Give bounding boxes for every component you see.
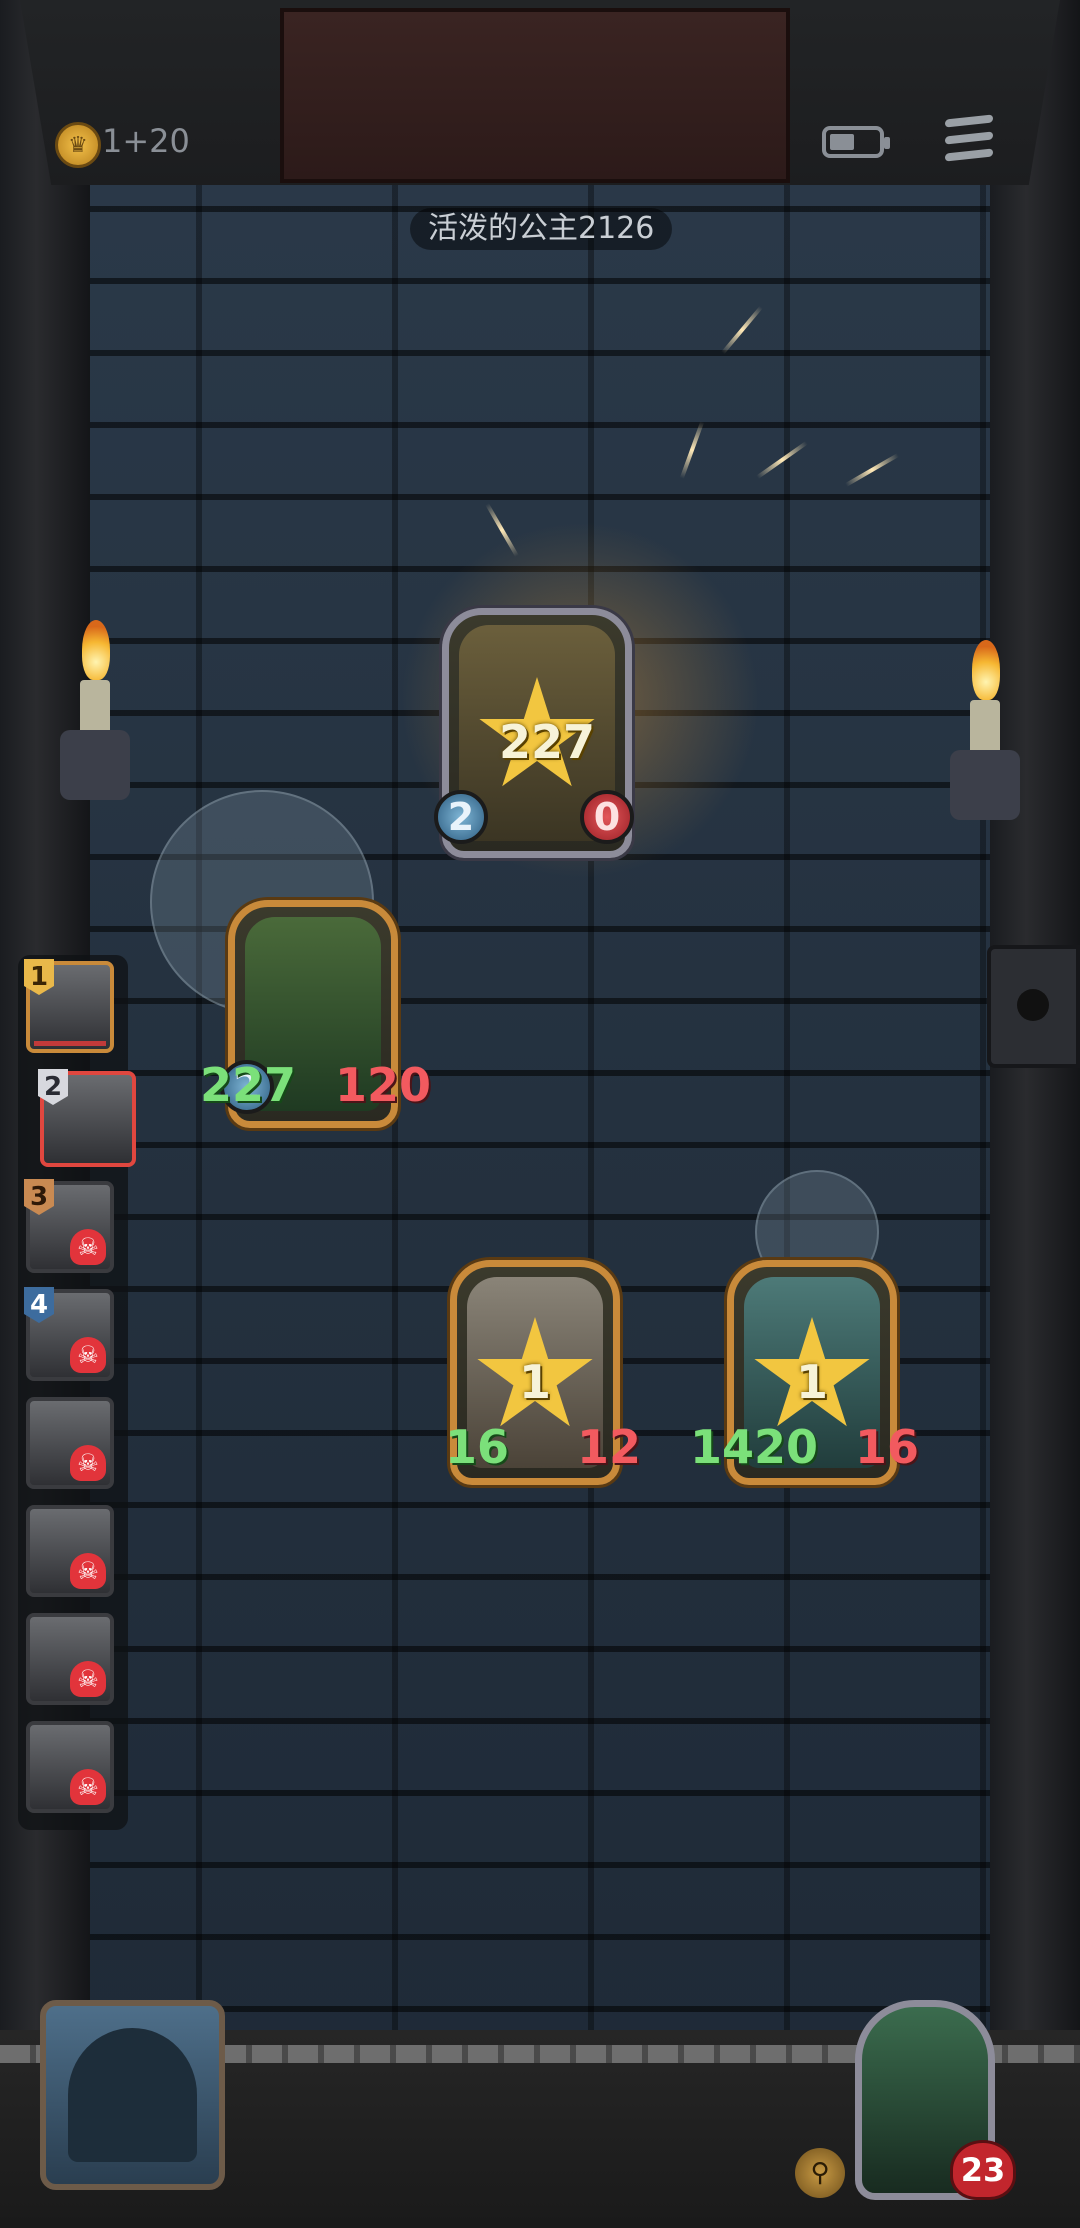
menu-icon[interactable]	[945, 114, 993, 162]
order-slot-1[interactable]: 1	[24, 959, 114, 1053]
dungeon-wall-background	[0, 0, 1080, 2228]
order-number-badge: 4	[24, 1287, 54, 1323]
gold-counter: 1+20	[102, 122, 190, 160]
opponent-banner	[280, 8, 790, 183]
minion-attack: 1420	[690, 1420, 819, 1474]
minion-health: 16	[855, 1420, 920, 1474]
order-slot-6[interactable]: ☠	[26, 1505, 114, 1597]
skull-icon: ☠	[70, 1661, 106, 1697]
heart-icon: 23	[950, 2140, 1016, 2200]
skull-icon: ☠	[70, 1769, 106, 1805]
order-slot-3[interactable]: 3 ☠	[24, 1179, 114, 1273]
opponent-name: 活泼的公主2126	[410, 208, 673, 250]
order-slot-8[interactable]: ☠	[26, 1721, 114, 1813]
order-slot-4[interactable]: 4 ☠	[24, 1287, 114, 1381]
skull-icon: ☠	[70, 1553, 106, 1589]
skull-icon: ☠	[70, 1337, 106, 1373]
minion-health: 120	[335, 1058, 432, 1112]
deck-art	[68, 2028, 197, 2162]
crown-coin-icon: ♛	[55, 122, 101, 168]
skull-icon: ☠	[70, 1229, 106, 1265]
opponent-red-stat: 0	[580, 790, 634, 844]
order-slot-2[interactable]: 2	[38, 1069, 136, 1167]
slot-health-bar	[34, 1041, 106, 1046]
minion-star-value: 1	[519, 1355, 552, 1409]
wall-lock-plate	[987, 945, 1080, 1068]
minion-health: 12	[577, 1420, 642, 1474]
bell-icon[interactable]: ⚲	[795, 2148, 845, 2198]
order-number-badge: 2	[38, 1069, 68, 1105]
battery-icon	[822, 126, 890, 158]
order-number-badge: 1	[24, 959, 54, 995]
turn-order-panel: 1 2 3 ☠ 4 ☠ ☠ ☠ ☠ ☠	[18, 955, 136, 1830]
skull-icon: ☠	[70, 1445, 106, 1481]
opponent-star-value: 227	[499, 715, 596, 769]
minion-attack: 227	[200, 1058, 297, 1112]
order-slot-5[interactable]: ☠	[26, 1397, 114, 1489]
minion-star-value: 1	[796, 1355, 829, 1409]
torch-icon	[950, 640, 1020, 820]
order-number-badge: 3	[24, 1179, 54, 1215]
opponent-blue-stat: 2	[434, 790, 488, 844]
order-slot-7[interactable]: ☠	[26, 1613, 114, 1705]
card-deck-button[interactable]	[40, 2000, 225, 2190]
minion-attack: 16	[445, 1420, 510, 1474]
torch-icon	[60, 620, 130, 800]
